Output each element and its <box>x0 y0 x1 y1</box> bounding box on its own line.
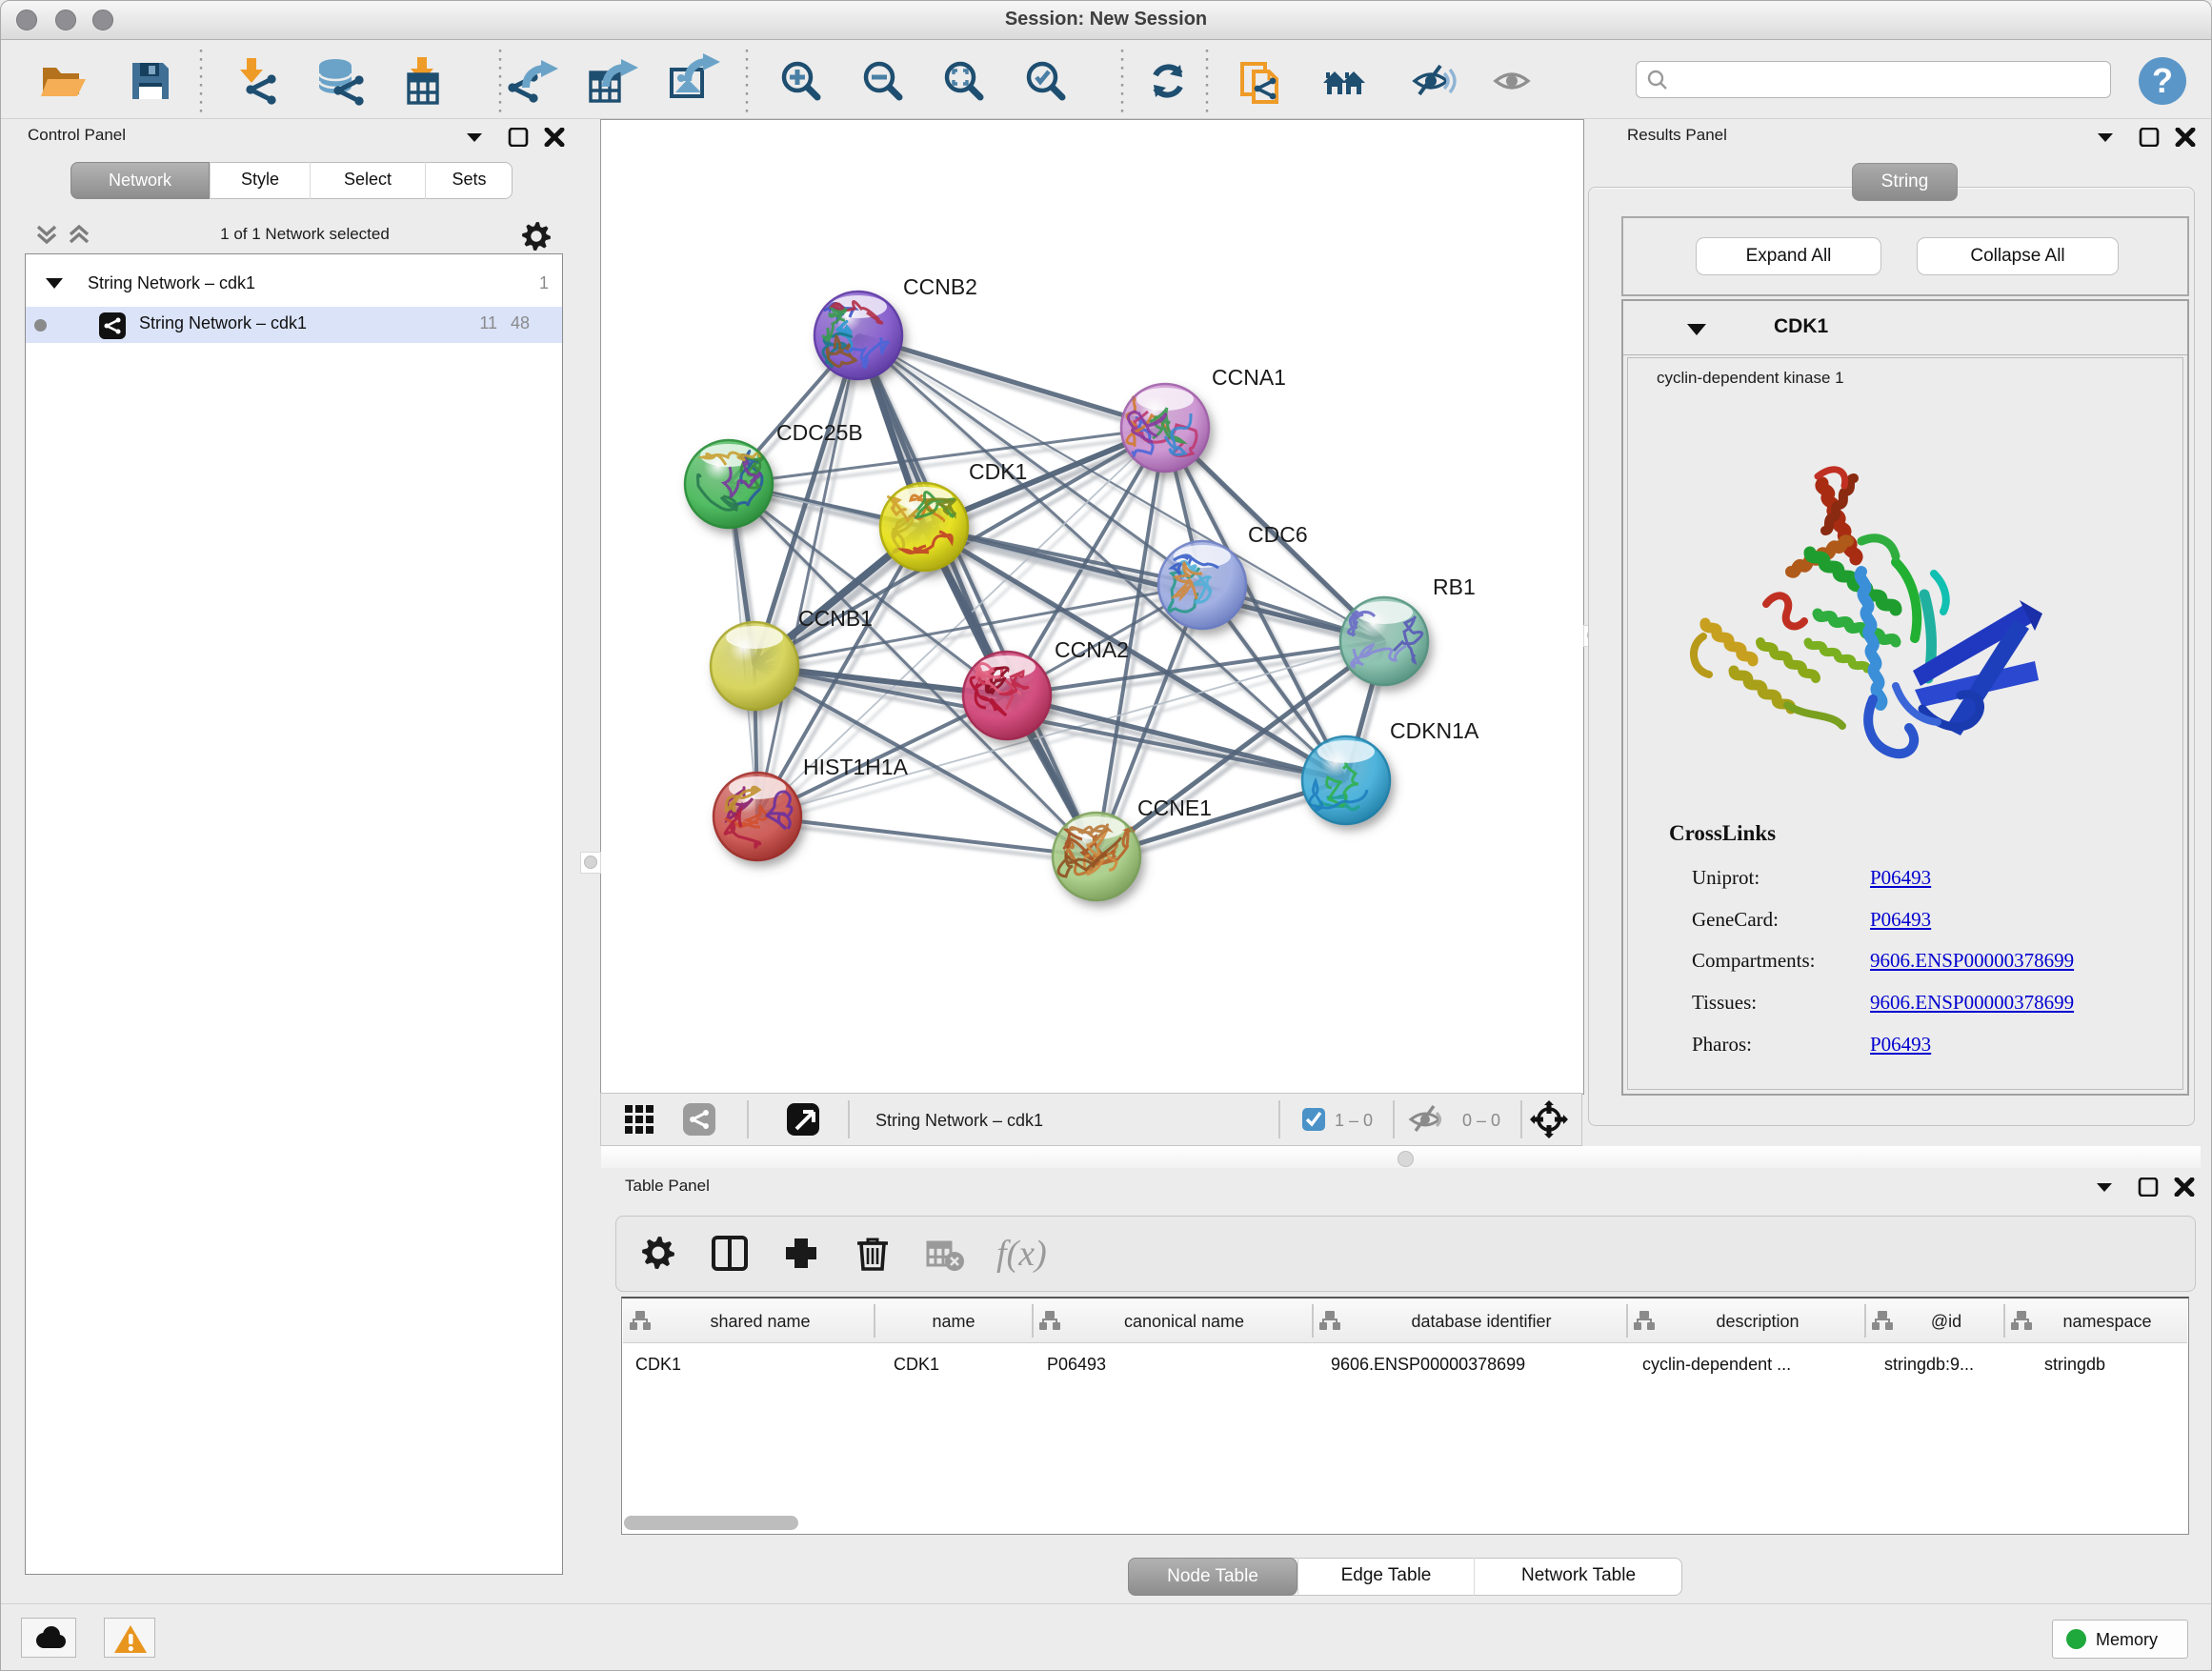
svg-text:f(x): f(x) <box>996 1234 1047 1274</box>
svg-text:CCNA1: CCNA1 <box>1212 365 1286 390</box>
svg-text:CCNE1: CCNE1 <box>1137 795 1212 820</box>
svg-text:database identifier: database identifier <box>1411 1312 1551 1331</box>
svg-text:CDK1: CDK1 <box>969 459 1027 484</box>
svg-text:CCNA2: CCNA2 <box>1055 637 1129 662</box>
svg-text:@id: @id <box>1931 1312 1961 1331</box>
svg-text:CDC25B: CDC25B <box>776 420 863 445</box>
svg-text:CCNB2: CCNB2 <box>903 274 977 299</box>
svg-text:name: name <box>932 1312 975 1331</box>
svg-text:description: description <box>1716 1312 1799 1331</box>
svg-text:CDKN1A: CDKN1A <box>1390 718 1479 743</box>
svg-text:0 – 0: 0 – 0 <box>1462 1111 1500 1130</box>
svg-text:HIST1H1A: HIST1H1A <box>803 755 909 779</box>
svg-text:namespace: namespace <box>2062 1312 2151 1331</box>
svg-text:shared name: shared name <box>710 1312 810 1331</box>
svg-text:CCNB1: CCNB1 <box>798 606 873 631</box>
svg-text:canonical name: canonical name <box>1124 1312 1244 1331</box>
svg-text:String Network – cdk1: String Network – cdk1 <box>875 1111 1043 1130</box>
svg-text:CDC6: CDC6 <box>1248 522 1308 547</box>
svg-text:?: ? <box>2152 61 2173 100</box>
svg-text:RB1: RB1 <box>1433 574 1476 599</box>
svg-text:1 – 0: 1 – 0 <box>1335 1111 1373 1130</box>
